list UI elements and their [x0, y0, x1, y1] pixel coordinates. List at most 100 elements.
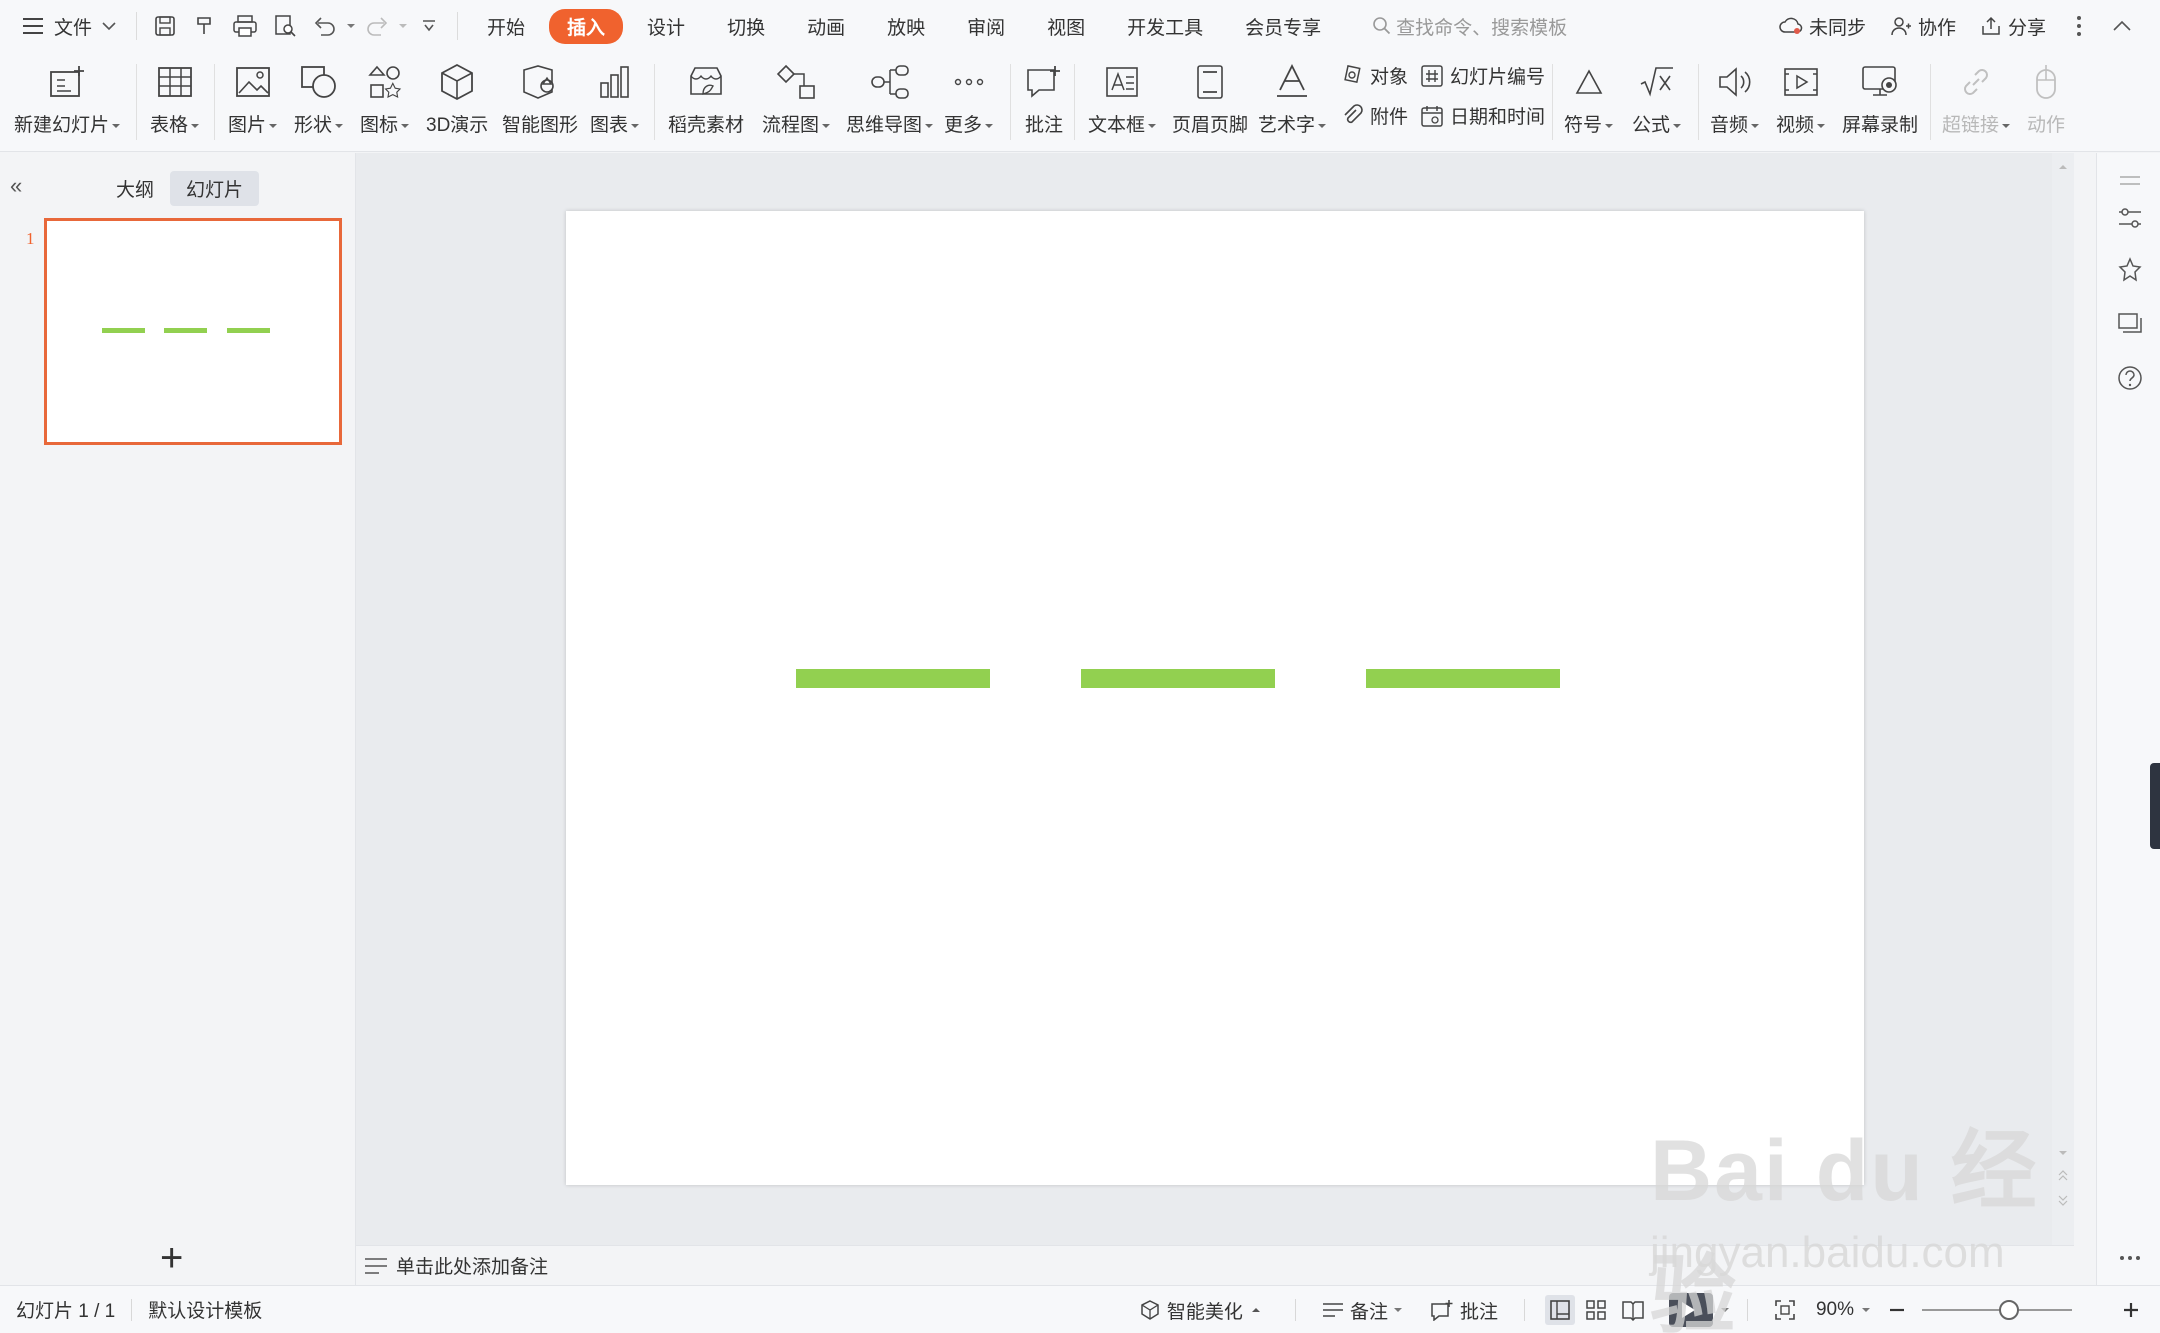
action-button[interactable]: 动作: [2024, 58, 2068, 137]
template-name[interactable]: 默认设计模板: [148, 1296, 262, 1323]
slide-canvas[interactable]: [566, 211, 1864, 1185]
hyperlink-button[interactable]: 超链接: [1942, 58, 2010, 137]
tab-slides[interactable]: 幻灯片: [170, 171, 260, 206]
new-slide-button[interactable]: 新建幻灯片: [14, 58, 120, 137]
help-icon[interactable]: [2117, 365, 2143, 391]
animation-star-icon[interactable]: [2117, 257, 2143, 283]
beautify-button[interactable]: 智能美化: [1139, 1297, 1269, 1324]
undo-dropdown-icon[interactable]: [345, 10, 357, 42]
tab-transitions[interactable]: 切换: [709, 9, 783, 44]
smartart-button[interactable]: 智能图形: [502, 58, 578, 137]
divider: [136, 12, 138, 40]
menu-lines-icon[interactable]: [2117, 171, 2143, 197]
shape-button[interactable]: 形状: [294, 58, 343, 137]
wordart-button[interactable]: 艺术字: [1258, 58, 1326, 137]
tab-slideshow[interactable]: 放映: [869, 9, 943, 44]
chevron-down-icon: [102, 22, 116, 31]
mindmap-button[interactable]: 思维导图: [846, 58, 933, 137]
collab-button[interactable]: 协作: [1890, 13, 1956, 40]
new-slide-icon: [45, 58, 89, 106]
redo-icon[interactable]: [361, 10, 393, 42]
tab-insert[interactable]: 插入: [549, 8, 624, 44]
format-painter-icon[interactable]: [189, 10, 221, 42]
tab-home[interactable]: 开始: [469, 9, 543, 44]
green-bar-2[interactable]: [1081, 669, 1275, 688]
flowchart-button[interactable]: 流程图: [762, 58, 830, 137]
tab-animations[interactable]: 动画: [789, 9, 863, 44]
slides-panel: « 大纲 幻灯片 1 +: [0, 153, 356, 1285]
3d-demo-button[interactable]: 3D演示: [426, 58, 488, 137]
notes-toggle-label: 备注: [1349, 1301, 1388, 1323]
audio-button[interactable]: 音频: [1710, 58, 1759, 137]
undo-icon[interactable]: [309, 10, 341, 42]
add-slide-icon[interactable]: +: [160, 1238, 183, 1278]
scroll-up-icon[interactable]: [2052, 157, 2074, 177]
save-icon[interactable]: [149, 10, 181, 42]
search-box[interactable]: 查找命令、搜索模板: [1372, 13, 1567, 40]
datetime-button[interactable]: 日期和时间: [1420, 102, 1545, 129]
chart-label: 图表: [590, 110, 639, 137]
icons-gallery-icon: [363, 58, 407, 106]
settings-sliders-icon[interactable]: [2117, 205, 2143, 231]
normal-view-button[interactable]: [1544, 1295, 1575, 1325]
tab-view[interactable]: 视图: [1029, 9, 1103, 44]
symbol-button[interactable]: 符号: [1564, 58, 1613, 137]
video-button[interactable]: 视频: [1776, 58, 1825, 137]
slide-number-button[interactable]: 幻灯片编号: [1420, 62, 1545, 89]
cloud-icon: [1779, 17, 1803, 34]
file-menu[interactable]: 文件: [0, 0, 128, 52]
header-footer-button[interactable]: 页眉页脚: [1172, 58, 1248, 137]
tab-outline[interactable]: 大纲: [100, 171, 170, 206]
green-bar-1[interactable]: [796, 669, 990, 688]
divider: [654, 64, 655, 140]
tab-developer[interactable]: 开发工具: [1109, 9, 1221, 44]
notes-toggle-button[interactable]: 备注: [1322, 1297, 1410, 1324]
textbox-button[interactable]: 文本框: [1088, 58, 1156, 137]
screen-record-button[interactable]: 屏幕录制: [1842, 58, 1918, 137]
material-button[interactable]: 稻壳素材: [668, 58, 744, 137]
sync-button[interactable]: 未同步: [1779, 13, 1866, 40]
user-icon: [1891, 17, 1911, 36]
sync-label: 未同步: [1808, 17, 1866, 39]
table-button[interactable]: 表格: [150, 58, 199, 137]
comment-button[interactable]: 批注: [1022, 58, 1066, 137]
comments-toggle-button[interactable]: 批注: [1430, 1297, 1498, 1324]
collapse-ribbon-icon[interactable]: [2112, 20, 2138, 32]
print-preview-icon[interactable]: [269, 10, 301, 42]
thumb-bar-3: [227, 328, 270, 333]
vertical-scrollbar[interactable]: [2052, 153, 2074, 1245]
speaker-icon: [1713, 58, 1757, 106]
reading-view-button[interactable]: [1621, 1299, 1645, 1321]
more-options-icon[interactable]: [2076, 15, 2088, 37]
tab-review[interactable]: 审阅: [949, 9, 1023, 44]
redo-dropdown-icon[interactable]: [397, 10, 409, 42]
object-button[interactable]: 对象: [1340, 62, 1408, 89]
wordart-label: 艺术字: [1258, 110, 1326, 137]
side-handle[interactable]: [2150, 763, 2160, 849]
print-icon[interactable]: [229, 10, 261, 42]
picture-button[interactable]: 图片: [228, 58, 277, 137]
transition-icon[interactable]: [2117, 311, 2143, 337]
beautify-label: 智能美化: [1166, 1301, 1243, 1323]
notes-lines-icon: [1322, 1303, 1343, 1317]
more-button[interactable]: 更多: [944, 58, 993, 137]
share-button[interactable]: 分享: [1980, 13, 2046, 40]
divider: [1930, 64, 1931, 140]
link-icon: [1954, 58, 1998, 106]
chart-button[interactable]: 图表: [590, 58, 639, 137]
divider: [1074, 64, 1075, 140]
more-horizontal-icon[interactable]: [2117, 1245, 2143, 1271]
icon-button[interactable]: 图标: [360, 58, 409, 137]
tab-member[interactable]: 会员专享: [1227, 9, 1339, 44]
tab-design[interactable]: 设计: [629, 9, 703, 44]
baidu-watermark: Bai du 经验 jingyan.baidu.com: [1650, 1100, 2070, 1333]
attachment-button[interactable]: 附件: [1340, 102, 1408, 129]
formula-button[interactable]: 公式: [1632, 58, 1681, 137]
zoom-in-button[interactable]: [2122, 1301, 2140, 1319]
slide-thumbnail[interactable]: [44, 218, 342, 445]
green-bar-3[interactable]: [1366, 669, 1560, 688]
comments-toggle-label: 批注: [1459, 1301, 1498, 1323]
sorter-view-button[interactable]: [1585, 1299, 1607, 1321]
customize-toolbar-icon[interactable]: [413, 10, 445, 42]
mindmap-label: 思维导图: [846, 110, 933, 137]
